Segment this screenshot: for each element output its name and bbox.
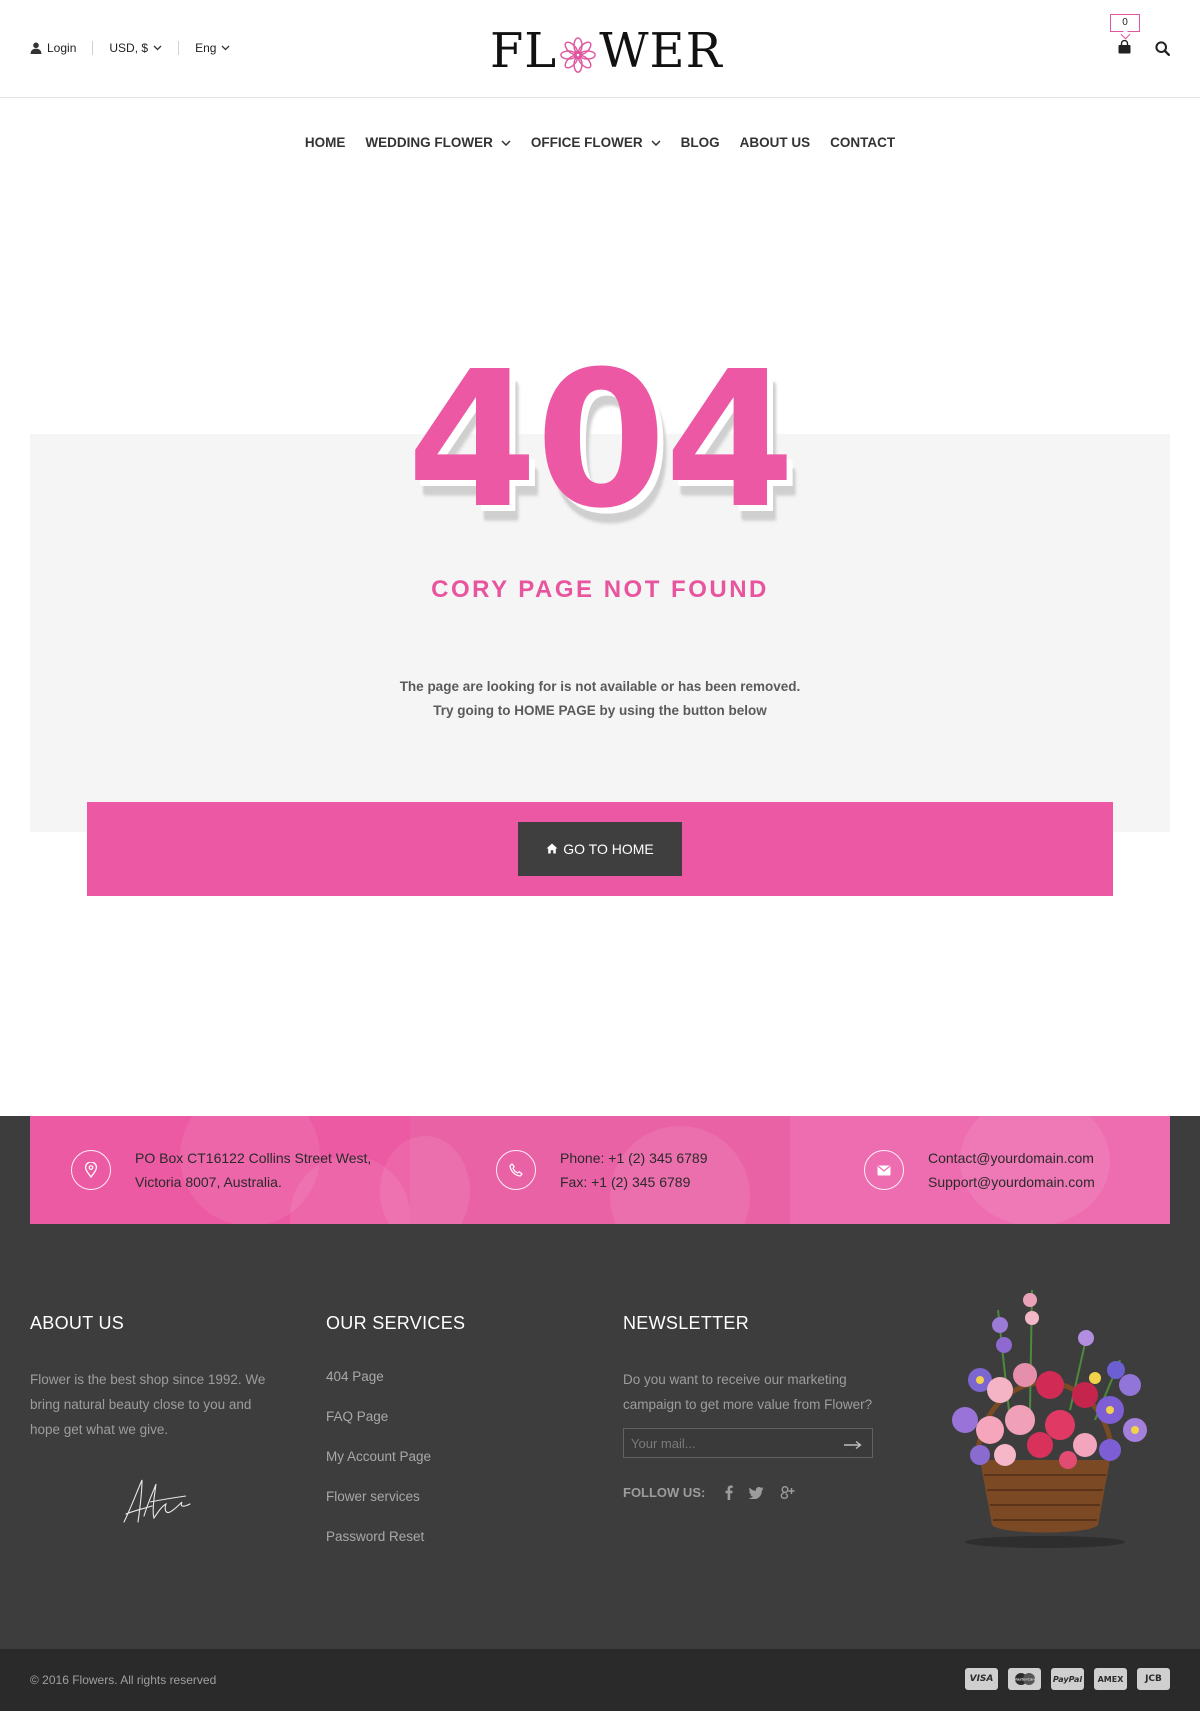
twitter-icon[interactable]: [749, 1486, 764, 1499]
nav-item-home[interactable]: HOME: [305, 135, 346, 150]
services-title: OUR SERVICES: [326, 1313, 466, 1333]
home-icon: [546, 841, 558, 857]
footer-services: OUR SERVICES 404 Page FAQ Page My Accoun…: [326, 1313, 465, 1567]
mastercard-label: MasterCard: [1013, 1678, 1037, 1682]
shopping-bag-icon: [1118, 39, 1131, 59]
newsletter-title: NEWSLETTER: [623, 1313, 750, 1333]
main-navigation: HOME WEDDING FLOWER OFFICE FLOWER BLOG A…: [0, 135, 1200, 150]
envelope-icon: [864, 1150, 904, 1190]
service-link-password-reset[interactable]: Password Reset: [326, 1527, 465, 1547]
payment-methods: VISA MasterCard PayPal AMEX JCB: [965, 1668, 1170, 1690]
flower-logo-icon: [559, 31, 597, 73]
paypal-card-icon: PayPal: [1051, 1668, 1084, 1690]
nav-item-contact[interactable]: CONTACT: [830, 135, 895, 150]
arrow-right-icon[interactable]: [844, 1437, 862, 1455]
login-link[interactable]: Login: [30, 41, 76, 55]
top-bar: Login USD, $ Eng FL WER 0: [0, 0, 1200, 98]
chevron-down-icon: [501, 139, 511, 146]
phone-number[interactable]: Phone: +1 (2) 345 6789: [560, 1146, 708, 1170]
signature-image: [120, 1472, 192, 1537]
contact-phone: Phone: +1 (2) 345 6789 Fax: +1 (2) 345 6…: [380, 1116, 790, 1224]
address-line-2: Victoria 8007, Australia.: [135, 1174, 282, 1190]
go-to-home-label: GO TO HOME: [563, 841, 654, 857]
address-line-1: PO Box CT16122 Collins Street West,: [135, 1150, 372, 1166]
nav-item-blog[interactable]: BLOG: [681, 135, 720, 150]
email-text: Contact@yourdomain.com Support@yourdomai…: [928, 1146, 1095, 1194]
service-link-faq[interactable]: FAQ Page: [326, 1407, 465, 1427]
service-link-flower-services[interactable]: Flower services: [326, 1487, 465, 1507]
address-text: PO Box CT16122 Collins Street West, Vict…: [135, 1146, 371, 1194]
services-list: 404 Page FAQ Page My Account Page Flower…: [326, 1367, 465, 1547]
flower-basket-image: [920, 1270, 1170, 1550]
newsletter-email-input[interactable]: [624, 1429, 834, 1457]
facebook-icon[interactable]: [725, 1485, 734, 1500]
language-selector[interactable]: Eng: [195, 41, 230, 55]
footer-newsletter: NEWSLETTER Do you want to receive our ma…: [623, 1313, 873, 1500]
nav-item-about-us[interactable]: ABOUT US: [740, 135, 811, 150]
search-button[interactable]: [1155, 41, 1170, 61]
divider: [92, 41, 94, 55]
chevron-down-icon: [221, 45, 230, 51]
nav-label: WEDDING FLOWER: [365, 135, 493, 150]
service-link-my-account[interactable]: My Account Page: [326, 1447, 465, 1467]
chevron-down-icon: [153, 45, 162, 51]
google-plus-icon[interactable]: [780, 1485, 795, 1500]
bottom-bar: © 2016 Flowers. All rights reserved VISA…: [0, 1649, 1200, 1711]
search-icon: [1155, 41, 1170, 60]
error-description: The page are looking for is not availabl…: [0, 675, 1200, 723]
newsletter-text: Do you want to receive our marketing cam…: [623, 1372, 873, 1412]
currency-label: USD, $: [109, 41, 149, 55]
nav-label: HOME: [304, 135, 346, 150]
location-pin-icon: [71, 1150, 111, 1190]
cart-count-badge: 0: [1110, 14, 1140, 32]
follow-us: FOLLOW US:: [623, 1485, 873, 1500]
about-title: ABOUT US: [30, 1313, 125, 1333]
nav-label: ABOUT US: [739, 135, 811, 150]
error-line-1: The page are looking for is not availabl…: [399, 679, 801, 694]
amex-card-icon: AMEX: [1094, 1668, 1127, 1690]
currency-selector[interactable]: USD, $: [109, 41, 162, 55]
phone-text: Phone: +1 (2) 345 6789 Fax: +1 (2) 345 6…: [560, 1146, 708, 1194]
error-line-2: Try going to HOME PAGE by using the butt…: [433, 703, 767, 718]
language-label: Eng: [195, 41, 217, 55]
logo-text-right: WER: [599, 23, 723, 79]
nav-label: CONTACT: [830, 135, 896, 150]
visa-card-icon: VISA: [965, 1668, 998, 1690]
divider: [178, 41, 180, 55]
follow-label: FOLLOW US:: [623, 1485, 706, 1500]
copyright-text: © 2016 Flowers. All rights reserved: [30, 1673, 217, 1687]
error-code-text: 404: [406, 331, 795, 550]
nav-label: BLOG: [680, 135, 720, 150]
top-utility-links: Login USD, $ Eng: [30, 41, 230, 55]
about-text: Flower is the best shop since 1992. We b…: [30, 1372, 266, 1437]
fax-number: Fax: +1 (2) 345 6789: [560, 1174, 691, 1190]
error-title: CORY PAGE NOT FOUND: [431, 576, 769, 603]
contact-strip: PO Box CT16122 Collins Street West, Vict…: [30, 1116, 1170, 1224]
contact-address: PO Box CT16122 Collins Street West, Vict…: [30, 1116, 410, 1224]
login-label: Login: [47, 41, 77, 55]
go-to-home-button[interactable]: GO TO HOME: [518, 822, 682, 876]
nav-item-office-flower[interactable]: OFFICE FLOWER: [531, 135, 661, 150]
footer-about: ABOUT US Flower is the best shop since 1…: [30, 1313, 280, 1442]
chevron-down-icon: [651, 139, 661, 146]
nav-label: OFFICE FLOWER: [530, 135, 643, 150]
service-link-404[interactable]: 404 Page: [326, 1367, 465, 1387]
contact-email-link[interactable]: Contact@yourdomain.com: [928, 1146, 1095, 1170]
user-icon: [30, 42, 42, 54]
logo-text-left: FL: [490, 23, 558, 79]
error-code: 404: [0, 346, 1200, 536]
contact-email: Contact@yourdomain.com Support@yourdomai…: [790, 1116, 1170, 1224]
mastercard-icon: MasterCard: [1008, 1668, 1041, 1690]
support-email-link[interactable]: Support@yourdomain.com: [928, 1170, 1095, 1194]
site-logo[interactable]: FL WER: [490, 26, 723, 76]
nav-item-wedding-flower[interactable]: WEDDING FLOWER: [365, 135, 511, 150]
social-links: [725, 1485, 795, 1500]
phone-icon: [496, 1150, 536, 1190]
newsletter-form: [623, 1428, 873, 1458]
jcb-card-icon: JCB: [1137, 1668, 1170, 1690]
